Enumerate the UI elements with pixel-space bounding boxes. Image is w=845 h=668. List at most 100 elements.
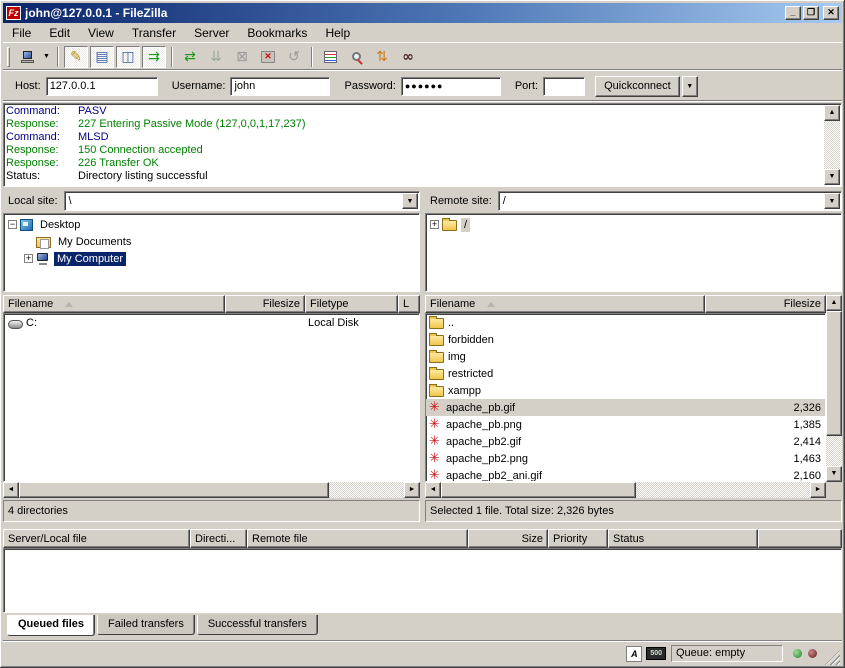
datatype-ascii-icon[interactable]: A [626,646,642,662]
collapse-icon[interactable]: − [8,220,17,229]
scrollbar-track[interactable] [329,482,404,498]
remote-file-row[interactable]: ✳apache_pb2.gif2,414 [426,433,825,450]
scrollbar-track[interactable] [636,482,810,498]
queue-col-status[interactable]: Status [608,529,758,548]
remote-file-row[interactable]: ✳apache_pb2.png1,463 [426,450,825,467]
remote-file-row[interactable]: ✳apache_pb.png1,385 [426,416,825,433]
remote-site-combo[interactable]: / ▼ [498,191,842,211]
quickconnect-button[interactable]: Quickconnect [595,76,680,97]
scroll-up-icon[interactable]: ▲ [824,105,840,121]
username-input[interactable] [230,77,330,96]
chevron-down-icon[interactable]: ▼ [402,193,418,209]
sync-browsing-button[interactable]: ⇅ [370,46,394,68]
expand-icon[interactable]: + [24,254,33,263]
maximize-button[interactable]: ❐ [803,6,819,20]
menu-view[interactable]: View [79,24,123,42]
remote-hscrollbar[interactable]: ◄ ► [425,482,826,498]
remote-col-filesize[interactable]: Filesize [705,295,826,313]
toggle-queue-button[interactable]: ⇉ [142,46,166,68]
tree-item-my-documents[interactable]: My Documents [6,233,419,250]
menu-edit[interactable]: Edit [40,24,79,42]
expand-icon[interactable]: + [430,220,439,229]
cancel-icon: ⊠ [236,50,248,64]
log-scrollbar[interactable]: ▲ ▼ [824,105,840,185]
scroll-up-icon[interactable]: ▲ [826,295,842,311]
toggle-log-button[interactable]: ✎ [64,46,88,68]
host-input[interactable] [46,77,158,96]
queue-col-priority[interactable]: Priority [548,529,608,548]
titlebar[interactable]: Fz john@127.0.0.1 - FileZilla _ ❐ ✕ [3,3,842,23]
scrollbar-thumb[interactable] [19,482,329,498]
site-manager-dropdown[interactable]: ▼ [40,46,53,68]
remote-file-row[interactable]: xampp [426,382,825,399]
remote-vscrollbar[interactable]: ▲ ▼ [826,295,842,482]
queue-list [3,548,842,613]
toolbar-grip [7,47,10,67]
scroll-left-icon[interactable]: ◄ [425,482,441,498]
quickconnect-dropdown[interactable]: ▼ [682,76,698,97]
tab-successful-transfers[interactable]: Successful transfers [197,615,318,635]
queue-col-size[interactable]: Size [468,529,548,548]
tree-item-my-computer[interactable]: + My Computer [6,250,419,267]
menu-transfer[interactable]: Transfer [123,24,185,42]
toolbar-separator [57,47,59,67]
sort-ascending-icon [65,302,73,307]
tree-item-root[interactable]: + / [428,216,841,233]
remote-file-row[interactable]: forbidden [426,331,825,348]
remote-file-row[interactable]: restricted [426,365,825,382]
local-site-combo[interactable]: \ ▼ [64,191,420,211]
tree-item-desktop[interactable]: − Desktop [6,216,419,233]
scrollbar-thumb[interactable] [826,311,842,436]
menu-file[interactable]: File [3,24,40,42]
scroll-left-icon[interactable]: ◄ [3,482,19,498]
my-documents-icon [36,237,51,248]
queue-col-remote-file[interactable]: Remote file [247,529,468,548]
process-queue-button[interactable]: ⇊ [204,46,228,68]
scroll-right-icon[interactable]: ► [810,482,826,498]
remote-file-row[interactable]: ✳apache_pb2_ani.gif2,160 [426,467,825,482]
local-col-filename[interactable]: Filename [3,295,225,313]
remote-site-label: Remote site: [425,195,498,207]
resize-grip[interactable] [825,650,840,665]
close-button[interactable]: ✕ [823,6,839,20]
compare-button[interactable] [344,46,368,68]
menu-help[interactable]: Help [316,24,359,42]
minimize-button[interactable]: _ [785,6,801,20]
reconnect-button[interactable]: ↺ [282,46,306,68]
remote-col-filename[interactable]: Filename [425,295,705,313]
menu-bookmarks[interactable]: Bookmarks [238,24,316,42]
scrollbar-thumb[interactable] [441,482,636,498]
local-col-filesize[interactable]: Filesize [225,295,305,313]
remote-file-row[interactable]: .. [426,314,825,331]
queue-col-direction[interactable]: Directi... [190,529,247,548]
menu-server[interactable]: Server [185,24,238,42]
local-file-row[interactable]: C: Local Disk [4,314,419,331]
site-manager-button[interactable] [15,46,39,68]
tab-queued-files[interactable]: Queued files [7,615,95,636]
scroll-down-icon[interactable]: ▼ [824,169,840,185]
local-col-lastmodified[interactable]: L [398,295,420,313]
scrollbar-track[interactable] [824,121,840,169]
scroll-down-icon[interactable]: ▼ [826,466,842,482]
remote-file-row[interactable]: img [426,348,825,365]
disconnect-button[interactable]: ✕ [256,46,280,68]
scroll-right-icon[interactable]: ► [404,482,420,498]
speed-limits-icon[interactable]: 500 [646,647,666,660]
port-input[interactable] [543,77,585,96]
scrollbar-track[interactable] [826,436,842,466]
queue-col-server-local-file[interactable]: Server/Local file [3,529,190,548]
toggle-local-tree-button[interactable]: ▤ [90,46,114,68]
local-hscrollbar[interactable]: ◄ ► [3,482,420,498]
chevron-down-icon[interactable]: ▼ [824,193,840,209]
quickconnect-bar: Host: Username: Password: Port: Quickcon… [3,72,842,101]
remote-file-row-selected[interactable]: ✳apache_pb.gif2,326 [426,399,825,416]
local-col-filetype[interactable]: Filetype [305,295,398,313]
tab-failed-transfers[interactable]: Failed transfers [97,615,195,635]
find-button[interactable]: ∞ [396,46,420,68]
sort-ascending-icon [487,302,495,307]
toggle-remote-tree-button[interactable]: ◫ [116,46,140,68]
password-input[interactable] [401,77,501,96]
filter-button[interactable] [318,46,342,68]
cancel-button[interactable]: ⊠ [230,46,254,68]
refresh-button[interactable]: ⇄ [178,46,202,68]
